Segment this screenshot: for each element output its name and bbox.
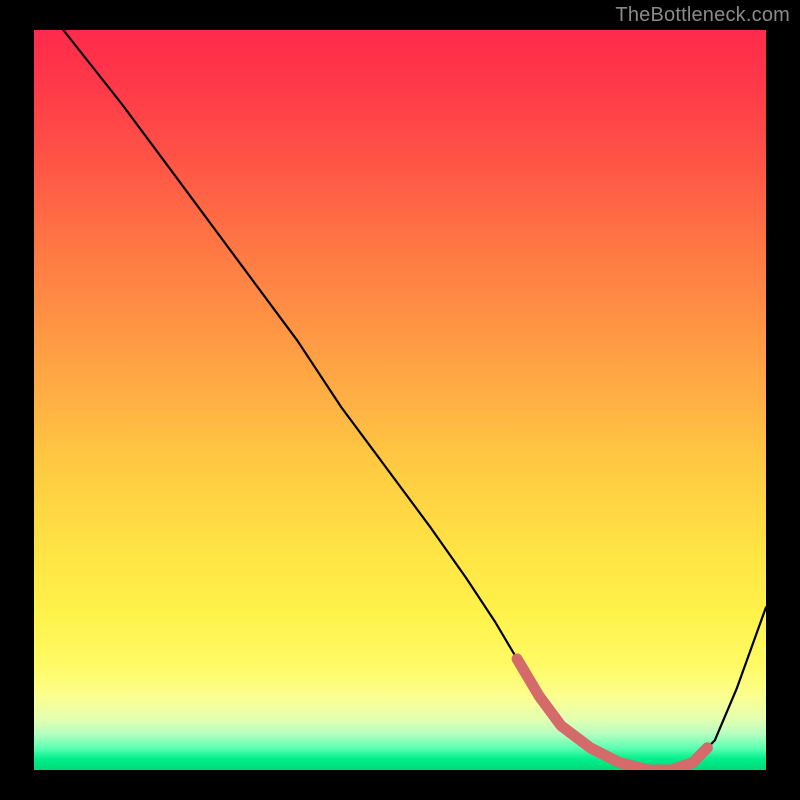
attribution-text: TheBottleneck.com bbox=[615, 4, 790, 27]
bottleneck-curve-path bbox=[63, 30, 766, 770]
curve-svg bbox=[34, 30, 766, 770]
chart-stage: TheBottleneck.com bbox=[0, 0, 800, 800]
plot-area bbox=[34, 30, 766, 770]
optimal-band-path bbox=[517, 659, 707, 770]
